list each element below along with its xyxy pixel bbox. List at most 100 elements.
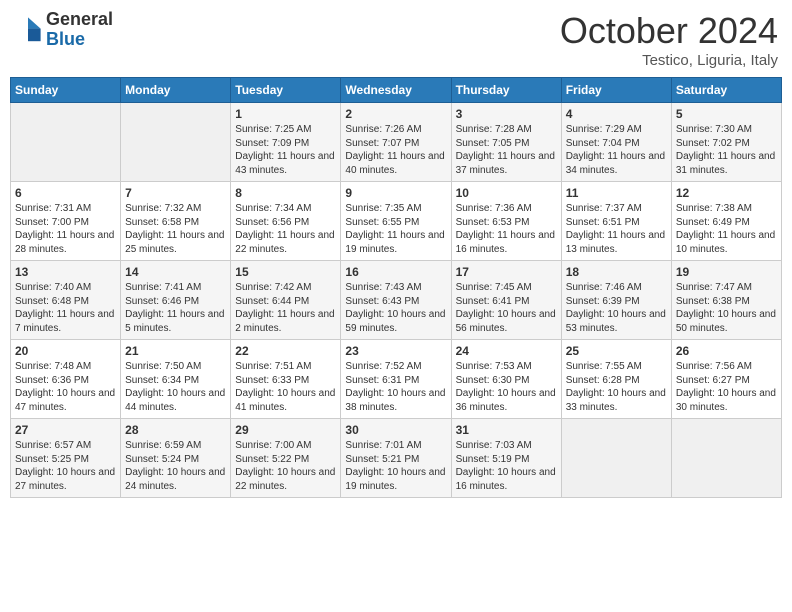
day-detail: Sunrise: 7:28 AMSunset: 7:05 PMDaylight:… xyxy=(456,124,555,176)
day-cell: 29 Sunrise: 7:00 AMSunset: 5:22 PMDayligh… xyxy=(231,419,341,498)
day-number: 18 xyxy=(566,265,667,279)
day-number: 31 xyxy=(456,423,557,437)
day-cell: 4 Sunrise: 7:29 AMSunset: 7:04 PMDaylight… xyxy=(561,103,671,182)
day-number: 1 xyxy=(235,107,336,121)
day-detail: Sunrise: 7:43 AMSunset: 6:43 PMDaylight:… xyxy=(345,282,445,334)
day-cell: 14Sunrise: 7:41 AMSunset: 6:46 PMDayligh… xyxy=(121,261,231,340)
day-cell: 28 Sunrise: 6:59 AMSunset: 5:24 PMDayligh… xyxy=(121,419,231,498)
week-row-5: 27 Sunrise: 6:57 AMSunset: 5:25 PMDayligh… xyxy=(11,419,782,498)
header-cell-sunday: Sunday xyxy=(11,78,121,103)
day-detail: Sunrise: 7:30 AMSunset: 7:02 PMDaylight:… xyxy=(676,124,775,176)
day-number: 13 xyxy=(15,265,116,279)
header-cell-tuesday: Tuesday xyxy=(231,78,341,103)
day-cell xyxy=(671,419,781,498)
day-number: 15 xyxy=(235,265,336,279)
day-detail: Sunrise: 7:56 AMSunset: 6:27 PMDaylight:… xyxy=(676,361,776,413)
day-detail: Sunrise: 7:35 AMSunset: 6:55 PMDaylight:… xyxy=(345,203,444,255)
calendar-table: SundayMondayTuesdayWednesdayThursdayFrid… xyxy=(10,77,782,498)
day-cell xyxy=(11,103,121,182)
day-detail: Sunrise: 7:29 AMSunset: 7:04 PMDaylight:… xyxy=(566,124,665,176)
day-cell: 16 Sunrise: 7:43 AMSunset: 6:43 PMDayligh… xyxy=(341,261,451,340)
day-detail: Sunrise: 7:53 AMSunset: 6:30 PMDaylight:… xyxy=(456,361,556,413)
day-cell: 27 Sunrise: 6:57 AMSunset: 5:25 PMDayligh… xyxy=(11,419,121,498)
day-cell: 7 Sunrise: 7:32 AMSunset: 6:58 PMDaylight… xyxy=(121,182,231,261)
day-number: 17 xyxy=(456,265,557,279)
week-row-3: 13 Sunrise: 7:40 AMSunset: 6:48 PMDayligh… xyxy=(11,261,782,340)
day-number: 29 xyxy=(235,423,336,437)
header-cell-thursday: Thursday xyxy=(451,78,561,103)
day-number: 21 xyxy=(125,344,226,358)
calendar-header: SundayMondayTuesdayWednesdayThursdayFrid… xyxy=(11,78,782,103)
day-detail: Sunrise: 7:32 AMSunset: 6:58 PMDaylight:… xyxy=(125,203,224,255)
day-number: 7 xyxy=(125,186,226,200)
day-number: 6 xyxy=(15,186,116,200)
day-cell: 12 Sunrise: 7:38 AMSunset: 6:49 PMDayligh… xyxy=(671,182,781,261)
day-cell: 5 Sunrise: 7:30 AMSunset: 7:02 PMDaylight… xyxy=(671,103,781,182)
day-detail: Sunrise: 7:45 AMSunset: 6:41 PMDaylight:… xyxy=(456,282,556,334)
calendar-body: 1 Sunrise: 7:25 AMSunset: 7:09 PMDaylight… xyxy=(11,103,782,498)
day-cell: 23 Sunrise: 7:52 AMSunset: 6:31 PMDayligh… xyxy=(341,340,451,419)
day-detail: Sunrise: 6:57 AMSunset: 5:25 PMDaylight:… xyxy=(15,440,115,492)
logo-icon xyxy=(14,16,42,44)
day-detail: Sunrise: 7:52 AMSunset: 6:31 PMDaylight:… xyxy=(345,361,445,413)
day-cell: 20 Sunrise: 7:48 AMSunset: 6:36 PMDayligh… xyxy=(11,340,121,419)
day-detail: Sunrise: 7:46 AMSunset: 6:39 PMDaylight:… xyxy=(566,282,666,334)
day-cell: 11Sunrise: 7:37 AMSunset: 6:51 PMDayligh… xyxy=(561,182,671,261)
title-block: October 2024 Testico, Liguria, Italy xyxy=(560,10,778,69)
day-detail: Sunrise: 7:03 AMSunset: 5:19 PMDaylight:… xyxy=(456,440,556,492)
day-detail: Sunrise: 7:41 AMSunset: 6:46 PMDaylight:… xyxy=(125,282,224,334)
day-detail: Sunrise: 7:55 AMSunset: 6:28 PMDaylight:… xyxy=(566,361,666,413)
day-cell: 17 Sunrise: 7:45 AMSunset: 6:41 PMDayligh… xyxy=(451,261,561,340)
day-cell: 13 Sunrise: 7:40 AMSunset: 6:48 PMDayligh… xyxy=(11,261,121,340)
day-detail: Sunrise: 7:48 AMSunset: 6:36 PMDaylight:… xyxy=(15,361,115,413)
day-cell: 22Sunrise: 7:51 AMSunset: 6:33 PMDayligh… xyxy=(231,340,341,419)
day-cell: 15 Sunrise: 7:42 AMSunset: 6:44 PMDayligh… xyxy=(231,261,341,340)
day-cell: 25 Sunrise: 7:55 AMSunset: 6:28 PMDayligh… xyxy=(561,340,671,419)
day-cell: 8Sunrise: 7:34 AMSunset: 6:56 PMDaylight… xyxy=(231,182,341,261)
day-number: 27 xyxy=(15,423,116,437)
month-title: October 2024 xyxy=(560,10,778,52)
day-number: 26 xyxy=(676,344,777,358)
day-number: 16 xyxy=(345,265,446,279)
day-detail: Sunrise: 7:01 AMSunset: 5:21 PMDaylight:… xyxy=(345,440,445,492)
logo: General Blue xyxy=(14,10,113,50)
day-number: 12 xyxy=(676,186,777,200)
day-cell: 2Sunrise: 7:26 AMSunset: 7:07 PMDaylight… xyxy=(341,103,451,182)
day-cell: 26 Sunrise: 7:56 AMSunset: 6:27 PMDayligh… xyxy=(671,340,781,419)
location-subtitle: Testico, Liguria, Italy xyxy=(560,52,778,69)
day-detail: Sunrise: 7:38 AMSunset: 6:49 PMDaylight:… xyxy=(676,203,775,255)
week-row-2: 6 Sunrise: 7:31 AMSunset: 7:00 PMDaylight… xyxy=(11,182,782,261)
day-number: 19 xyxy=(676,265,777,279)
day-detail: Sunrise: 7:31 AMSunset: 7:00 PMDaylight:… xyxy=(15,203,114,255)
day-detail: Sunrise: 7:00 AMSunset: 5:22 PMDaylight:… xyxy=(235,440,335,492)
day-cell xyxy=(561,419,671,498)
day-cell: 9Sunrise: 7:35 AMSunset: 6:55 PMDaylight… xyxy=(341,182,451,261)
header-cell-saturday: Saturday xyxy=(671,78,781,103)
day-detail: Sunrise: 7:25 AMSunset: 7:09 PMDaylight:… xyxy=(235,124,334,176)
day-number: 20 xyxy=(15,344,116,358)
day-detail: Sunrise: 6:59 AMSunset: 5:24 PMDaylight:… xyxy=(125,440,225,492)
day-number: 25 xyxy=(566,344,667,358)
day-number: 11 xyxy=(566,186,667,200)
day-detail: Sunrise: 7:42 AMSunset: 6:44 PMDaylight:… xyxy=(235,282,334,334)
day-cell: 30 Sunrise: 7:01 AMSunset: 5:21 PMDayligh… xyxy=(341,419,451,498)
header-cell-friday: Friday xyxy=(561,78,671,103)
day-cell: 10 Sunrise: 7:36 AMSunset: 6:53 PMDayligh… xyxy=(451,182,561,261)
day-number: 5 xyxy=(676,107,777,121)
day-cell: 3Sunrise: 7:28 AMSunset: 7:05 PMDaylight… xyxy=(451,103,561,182)
day-detail: Sunrise: 7:36 AMSunset: 6:53 PMDaylight:… xyxy=(456,203,555,255)
day-number: 28 xyxy=(125,423,226,437)
day-number: 10 xyxy=(456,186,557,200)
day-number: 23 xyxy=(345,344,446,358)
header-cell-monday: Monday xyxy=(121,78,231,103)
logo-blue: Blue xyxy=(46,30,113,50)
header-cell-wednesday: Wednesday xyxy=(341,78,451,103)
day-detail: Sunrise: 7:26 AMSunset: 7:07 PMDaylight:… xyxy=(345,124,444,176)
day-detail: Sunrise: 7:51 AMSunset: 6:33 PMDaylight:… xyxy=(235,361,335,413)
week-row-4: 20 Sunrise: 7:48 AMSunset: 6:36 PMDayligh… xyxy=(11,340,782,419)
day-cell: 19Sunrise: 7:47 AMSunset: 6:38 PMDayligh… xyxy=(671,261,781,340)
day-number: 8 xyxy=(235,186,336,200)
day-number: 4 xyxy=(566,107,667,121)
day-detail: Sunrise: 7:40 AMSunset: 6:48 PMDaylight:… xyxy=(15,282,114,334)
day-number: 30 xyxy=(345,423,446,437)
